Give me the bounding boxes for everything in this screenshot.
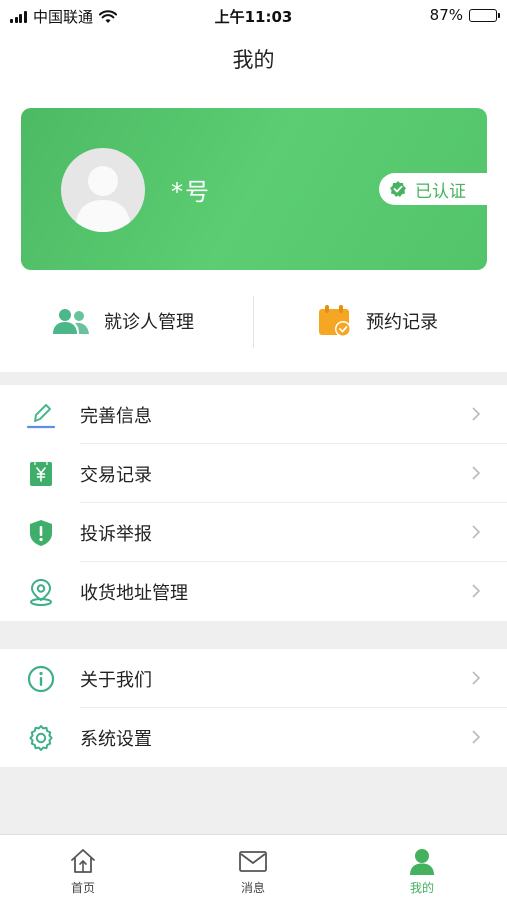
menu-label: 系统设置 [80, 728, 152, 750]
battery-percent: 87% [429, 6, 463, 24]
menu-label: 投诉举报 [80, 523, 152, 545]
tab-messages[interactable]: 消息 [193, 835, 313, 900]
chevron-right-icon [472, 584, 481, 598]
menu-group-account: 完善信息 交易记录 投诉举报 收货地址管理 [0, 385, 507, 621]
menu-item-address-management[interactable]: 收货地址管理 [0, 562, 507, 621]
page-header: 我的 [0, 30, 507, 100]
user-name: *号 [171, 178, 211, 206]
page-title: 我的 [232, 48, 275, 72]
menu-item-about-us[interactable]: 关于我们 [0, 649, 507, 708]
appointment-records-button[interactable]: 预约记录 [318, 290, 438, 352]
edit-pen-icon [26, 404, 56, 429]
tab-label: 消息 [240, 881, 265, 895]
profile-card[interactable]: *号 已认证 [21, 108, 487, 270]
chevron-right-icon [472, 525, 481, 539]
menu-group-system: 关于我们 系统设置 [0, 649, 507, 767]
patients-icon [53, 309, 89, 334]
verified-label: 已认证 [415, 181, 466, 202]
menu-label: 关于我们 [80, 669, 152, 691]
tab-label: 首页 [70, 881, 95, 895]
quick-actions: 就诊人管理 预约记录 [0, 290, 507, 352]
profile-section: *号 已认证 就诊人管理 预约记录 [0, 100, 507, 372]
home-icon [71, 849, 95, 873]
chevron-right-icon [472, 466, 481, 480]
tab-mine[interactable]: 我的 [362, 835, 482, 900]
status-bar: 中国联通 上午11:03 87% [0, 0, 507, 30]
appointment-records-label: 预约记录 [366, 312, 438, 333]
verified-check-icon [390, 181, 406, 197]
menu-item-transaction-records[interactable]: 交易记录 [0, 444, 507, 503]
bottom-tab-bar: 首页 消息 我的 [0, 834, 507, 900]
info-icon [27, 665, 55, 693]
tab-home[interactable]: 首页 [23, 835, 143, 900]
menu-label: 收货地址管理 [80, 582, 188, 604]
patient-management-button[interactable]: 就诊人管理 [52, 290, 194, 352]
appointment-calendar-icon [319, 305, 351, 337]
menu-label: 交易记录 [80, 464, 152, 486]
verified-badge: 已认证 [379, 173, 487, 205]
avatar[interactable] [61, 148, 145, 232]
menu-item-complaint-report[interactable]: 投诉举报 [0, 503, 507, 562]
shield-alert-icon [30, 520, 52, 546]
person-icon [410, 849, 434, 875]
chevron-right-icon [472, 671, 481, 685]
menu-label: 完善信息 [80, 405, 152, 427]
default-avatar-icon [75, 166, 131, 232]
chevron-right-icon [472, 730, 481, 744]
tab-label: 我的 [409, 881, 434, 895]
yuan-receipt-icon [30, 462, 52, 486]
status-right: 87% [429, 6, 500, 24]
menu-item-complete-info[interactable]: 完善信息 [0, 385, 507, 444]
gear-icon [29, 725, 53, 751]
patient-management-label: 就诊人管理 [104, 312, 194, 333]
chevron-right-icon [472, 407, 481, 421]
quick-divider [253, 296, 254, 348]
location-pin-icon [30, 578, 52, 606]
menu-item-system-settings[interactable]: 系统设置 [0, 708, 507, 767]
battery-icon [469, 8, 500, 22]
mail-icon [239, 851, 267, 872]
